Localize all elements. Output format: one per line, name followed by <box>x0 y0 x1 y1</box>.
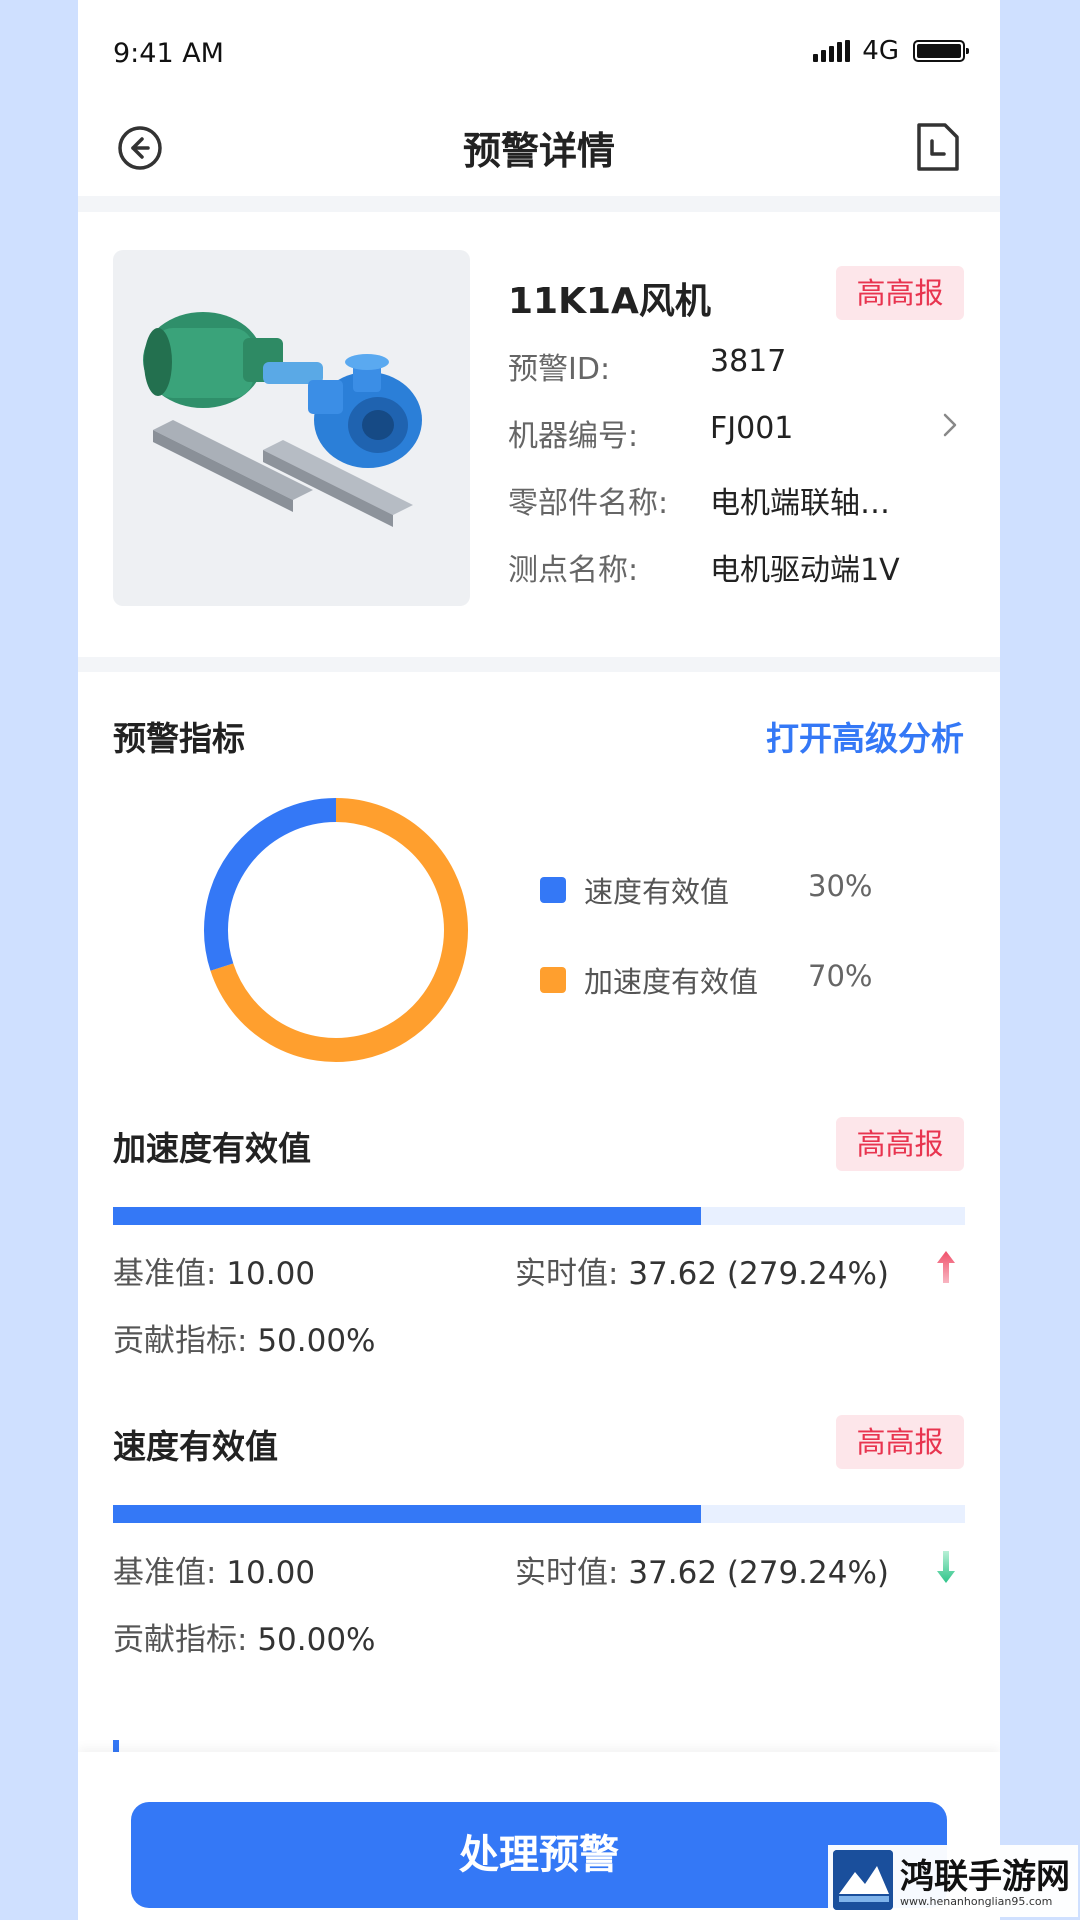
page-title: 预警详情 <box>462 129 615 173</box>
realtime-value-label: 实时值: <box>515 1256 619 1292</box>
realtime-value-row: 实时值: 37.62 (279.24%) <box>515 1547 889 1592</box>
advanced-analysis-link[interactable]: 打开高级分析 <box>766 712 964 760</box>
realtime-value: 37.62 (279.24%) <box>628 1256 890 1292</box>
watermark-title: 鸿联手游网 <box>900 1857 1070 1897</box>
base-value-label: 基准值: <box>113 1555 217 1591</box>
contribution-label: 贡献指标: <box>113 1622 248 1658</box>
device-info-card: 11K1A风机 高高报 预警ID: 3817 机器编号: FJ001 零部件名称… <box>78 212 1000 657</box>
phone-screen: 9:41 AM 4G 预警详情 11K1A风机 高高报 预警ID: 3817 机… <box>78 0 1000 1920</box>
component-name-value: 电机端联轴… <box>710 486 890 521</box>
metric-progress-track <box>113 1207 965 1225</box>
legend-label-acceleration: 加速度有效值 <box>584 965 759 999</box>
contribution-row: 贡献指标: 50.00% <box>113 1315 376 1360</box>
network-type: 4G <box>862 36 899 66</box>
section-marker <box>113 1740 119 1752</box>
base-value-row: 基准值: 10.00 <box>113 1547 315 1592</box>
next-section-peek <box>78 1738 1000 1752</box>
battery-icon <box>913 40 969 62</box>
point-name-value: 电机驱动端1V <box>710 553 900 588</box>
status-indicators: 4G <box>813 36 969 66</box>
metric-name: 加速度有效值 <box>113 1129 311 1168</box>
legend-acceleration: 加速度有效值 <box>540 959 758 1001</box>
contribution-value: 50.00% <box>257 1622 376 1658</box>
contribution-row: 贡献指标: 50.00% <box>113 1614 376 1659</box>
realtime-value-label: 实时值: <box>515 1555 619 1591</box>
machine-no-value[interactable]: FJ001 <box>710 411 793 446</box>
watermark-logo <box>833 1850 893 1910</box>
device-name: 11K1A风机 <box>508 281 711 322</box>
status-bar: 9:41 AM 4G <box>78 0 1000 100</box>
base-value: 10.00 <box>226 1555 316 1591</box>
trend-down-icon <box>937 1551 955 1583</box>
legend-label-velocity: 速度有效值 <box>584 875 730 909</box>
device-image <box>113 250 470 606</box>
chevron-right-icon[interactable] <box>940 410 960 440</box>
component-name-label: 零部件名称: <box>508 486 669 521</box>
point-name-label: 测点名称: <box>508 553 639 588</box>
donut-chart <box>204 798 468 1062</box>
base-value-row: 基准值: 10.00 <box>113 1248 315 1293</box>
realtime-value-row: 实时值: 37.62 (279.24%) <box>515 1248 889 1293</box>
signal-icon <box>813 40 851 62</box>
metric-alarm-badge: 高高报 <box>836 1117 964 1171</box>
legend-swatch-velocity <box>540 877 566 903</box>
realtime-value: 37.62 (279.24%) <box>628 1555 890 1591</box>
metric-alarm-badge: 高高报 <box>836 1415 964 1469</box>
legend-value-acceleration: 70% <box>808 959 873 993</box>
indicators-title: 预警指标 <box>113 719 245 758</box>
metric-progress-track <box>113 1505 965 1523</box>
alert-id-label: 预警ID: <box>508 352 611 387</box>
metric-name: 速度有效值 <box>113 1427 278 1466</box>
metric-progress-fill <box>113 1505 701 1523</box>
metric-progress-fill <box>113 1207 701 1225</box>
base-value: 10.00 <box>226 1256 316 1292</box>
legend-value-velocity: 30% <box>808 869 873 903</box>
nav-bar: 预警详情 <box>78 100 1000 196</box>
contribution-label: 贡献指标: <box>113 1323 248 1359</box>
status-time: 9:41 AM <box>113 38 224 69</box>
handle-alert-button[interactable]: 处理预警 <box>131 1802 947 1908</box>
pump-illustration <box>143 312 422 527</box>
alert-id-value: 3817 <box>710 344 787 379</box>
legend-velocity: 速度有效值 <box>540 869 729 911</box>
alarm-level-badge: 高高报 <box>836 266 964 320</box>
alert-indicators-card: 预警指标 打开高级分析 速度有效值 30% 加速度有效值 70% 加速度有效值 … <box>78 672 1000 1747</box>
base-value-label: 基准值: <box>113 1256 217 1292</box>
site-watermark: 鸿联手游网 www.henanhonglian95.com <box>828 1845 1078 1917</box>
machine-no-label: 机器编号: <box>508 419 639 454</box>
report-icon[interactable] <box>916 122 960 172</box>
legend-swatch-acceleration <box>540 967 566 993</box>
watermark-url: www.henanhonglian95.com <box>900 1895 1053 1908</box>
contribution-value: 50.00% <box>257 1323 376 1359</box>
trend-up-icon <box>937 1251 955 1283</box>
slice-velocity <box>204 798 337 971</box>
